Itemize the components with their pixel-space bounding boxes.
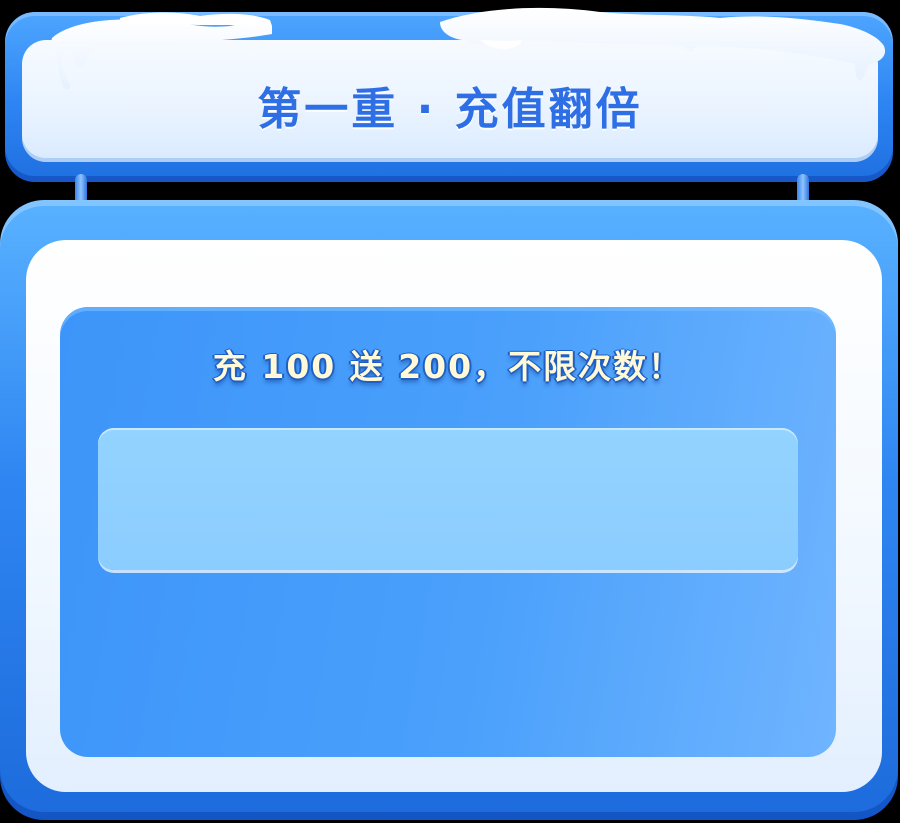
offer-slot[interactable] (98, 428, 798, 570)
offer-description: 充 100 送 200，不限次数！ (212, 347, 684, 386)
snow-cap-icon (51, 7, 886, 90)
recharge-double-card: 第一重 · 充值翻倍 充 100 送 200，不限次数！ (0, 0, 900, 823)
